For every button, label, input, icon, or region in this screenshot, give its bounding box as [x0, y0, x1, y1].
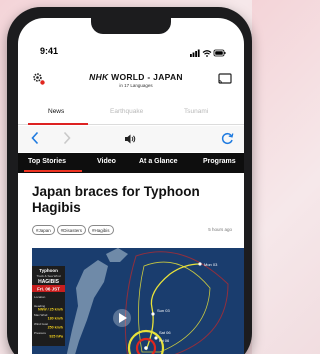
- storm-center-marker: [144, 346, 148, 350]
- nhk-world-logo: NHK WORLD - JAPAN in 17 Languages: [66, 72, 206, 88]
- video-player[interactable]: Mon 03 Sun 03 Sat 06 Fri 06 Typhoon Trac…: [32, 248, 244, 354]
- logo-brand: NHK: [89, 72, 109, 82]
- status-bar: 9:41: [18, 46, 244, 60]
- speaker-icon[interactable]: [124, 133, 136, 145]
- reload-icon[interactable]: [221, 132, 234, 145]
- signal-icon: [190, 49, 200, 57]
- tag-chip[interactable]: #Disasters: [56, 225, 87, 235]
- tab-programs[interactable]: Programs: [203, 158, 236, 165]
- tag-list: #Japan #Disasters #Hagibis: [32, 225, 116, 236]
- settings-gear-icon[interactable]: [32, 72, 46, 86]
- storm-date: Fri. 06 JST: [37, 287, 60, 292]
- storm-stat-label: Pressure: [34, 331, 46, 335]
- track-point-marker: [198, 262, 202, 266]
- map-date-label: Fri 06: [159, 338, 170, 343]
- logo-subtitle: in 17 Languages: [119, 83, 153, 88]
- browser-nav-bar: [18, 126, 244, 152]
- tab-tsunami[interactable]: Tsunami: [184, 108, 208, 115]
- status-time: 9:41: [40, 46, 59, 56]
- battery-icon: [213, 49, 226, 57]
- storm-stat-label: Wind Gust: [34, 322, 48, 326]
- storm-stat-value: 180 km/h: [48, 317, 63, 321]
- tab-at-a-glance[interactable]: At a Glance: [139, 158, 178, 165]
- app-screen: 9:41 NHK WORLD - JAPAN in 17 Languages N…: [18, 18, 244, 354]
- logo-title: WORLD - JAPAN: [111, 72, 183, 82]
- back-icon[interactable]: [30, 131, 40, 145]
- map-date-label: Sun 03: [157, 308, 170, 313]
- logo-text: NHK WORLD - JAPAN: [66, 72, 206, 82]
- tab-video[interactable]: Video: [97, 158, 116, 165]
- article-age: 5 hours ago: [208, 227, 232, 232]
- map-date-label: Mon 03: [204, 262, 218, 267]
- tag-chip[interactable]: #Hagibis: [88, 225, 114, 235]
- tab-top-stories[interactable]: Top Stories: [28, 158, 66, 165]
- section-tab-bar: Top Stories Video At a Glance Programs: [18, 153, 244, 173]
- tab-earthquake[interactable]: Earthquake: [110, 108, 143, 115]
- status-icons: [190, 49, 226, 57]
- storm-panel-title: Typhoon: [39, 268, 58, 273]
- tab-news[interactable]: News: [48, 108, 64, 115]
- storm-name: HAGIBIS: [38, 279, 60, 285]
- track-point-marker: [154, 336, 158, 340]
- storm-stat-label: Max Wind: [34, 313, 48, 317]
- storm-panel-subtitle: Track & Sea Wind: [36, 274, 60, 278]
- storm-stat-value: 925 hPa: [49, 335, 64, 339]
- track-point-marker: [151, 312, 155, 316]
- forward-icon[interactable]: [62, 131, 72, 145]
- phone-frame: 9:41 NHK WORLD - JAPAN in 17 Languages N…: [7, 7, 252, 354]
- wifi-icon: [202, 50, 212, 57]
- map-date-label: Sat 06: [159, 330, 171, 335]
- top-tab-bar: News Earthquake Tsunami: [18, 103, 244, 125]
- tag-chip[interactable]: #Japan: [32, 225, 55, 235]
- cast-icon[interactable]: [218, 73, 232, 85]
- app-header: NHK WORLD - JAPAN in 17 Languages: [18, 66, 244, 96]
- active-tab-indicator: [28, 123, 88, 125]
- phone-notch: [91, 18, 171, 34]
- storm-stat-value: NNW / 25 km/h: [38, 308, 63, 312]
- active-section-indicator: [24, 170, 82, 172]
- storm-stat-value: 250 km/h: [48, 326, 63, 330]
- storm-stat-label: Location: [34, 295, 46, 299]
- article-headline[interactable]: Japan braces for Typhoon Hagibis: [32, 184, 242, 216]
